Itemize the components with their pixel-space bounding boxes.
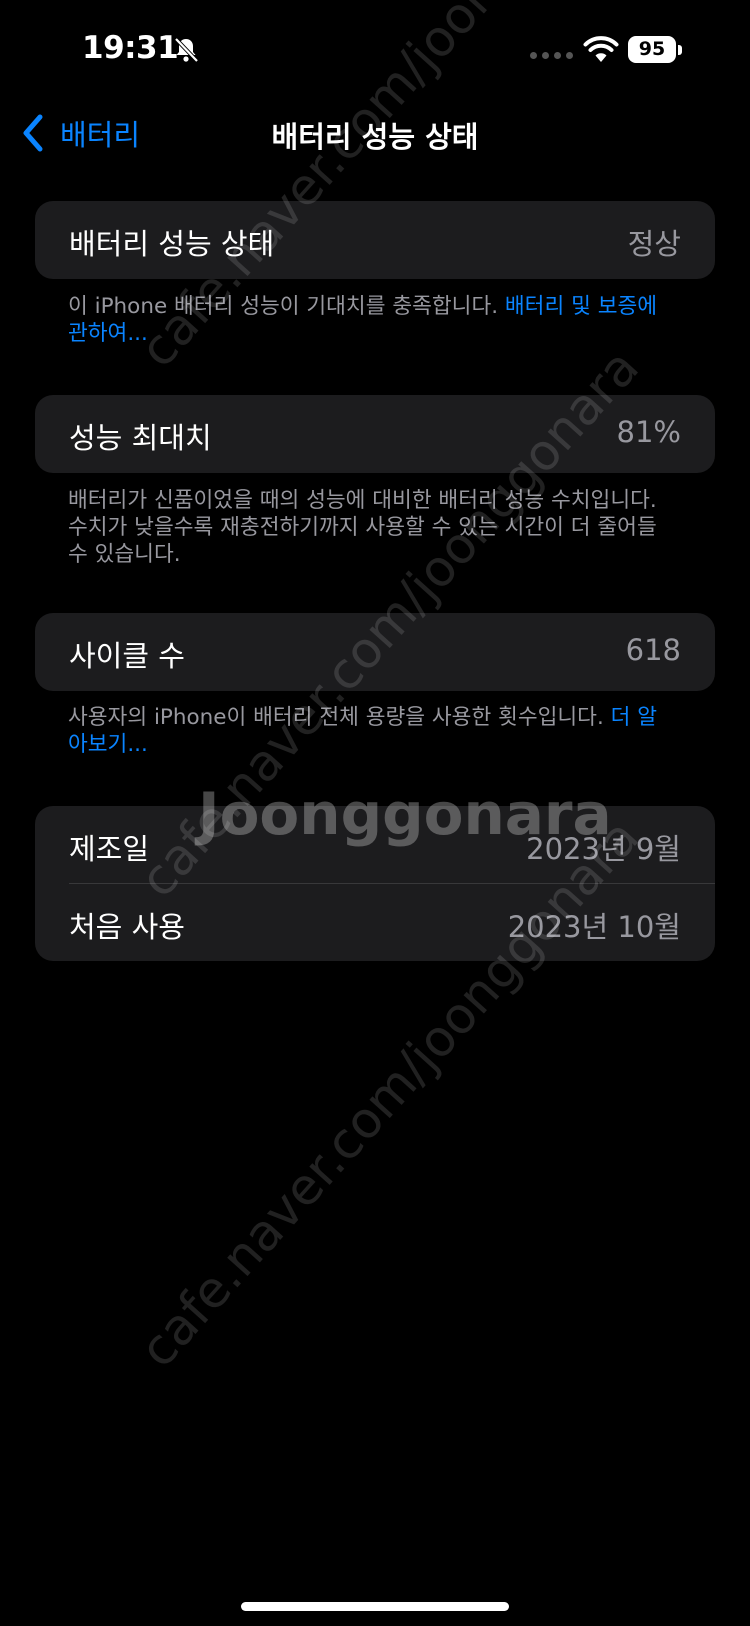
cycle-count-row: 사이클 수 618 (35, 613, 715, 691)
cycle-count-label: 사이클 수 (69, 639, 185, 673)
page-title: 배터리 성능 상태 (271, 120, 479, 154)
manufacture-date-row: 제조일 2023년 9월 (35, 806, 715, 884)
first-use-row: 처음 사용 2023년 10월 (35, 884, 715, 962)
wifi-icon (583, 36, 619, 62)
max-capacity-note: 배터리가 신품이었을 때의 성능에 대비한 배터리 성능 수치입니다. 수치가 … (68, 488, 657, 567)
home-indicator[interactable] (241, 1602, 509, 1611)
max-capacity-value: 81% (616, 415, 681, 449)
first-use-value: 2023년 10월 (507, 910, 681, 944)
navigation-bar: 배터리 배터리 성능 상태 (0, 100, 750, 170)
manufacture-date-label: 제조일 (69, 832, 150, 866)
first-use-label: 처음 사용 (69, 910, 185, 944)
cycle-count-note: 사용자의 iPhone이 배터리 전체 용량을 사용한 횟수입니다. 더 알아보… (68, 704, 668, 758)
cellular-signal-icon (530, 52, 573, 59)
manufacture-date-value: 2023년 9월 (526, 832, 681, 866)
dates-card: 제조일 2023년 9월 처음 사용 2023년 10월 (35, 806, 715, 961)
battery-level: 95 (628, 36, 676, 63)
cycle-count-card: 사이클 수 618 (35, 613, 715, 691)
battery-health-row: 배터리 성능 상태 정상 (35, 201, 715, 279)
max-capacity-row: 성능 최대치 81% (35, 395, 715, 473)
battery-health-note: 이 iPhone 배터리 성능이 기대치를 충족합니다. 배터리 및 보증에 관… (68, 293, 668, 347)
max-capacity-label: 성능 최대치 (69, 421, 212, 455)
cycle-count-value: 618 (625, 633, 681, 667)
clock: 19:31 (82, 30, 179, 66)
battery-icon: 95 (628, 36, 684, 64)
battery-health-card: 배터리 성능 상태 정상 (35, 201, 715, 279)
status-bar: 19:31 95 (0, 0, 750, 100)
battery-health-label: 배터리 성능 상태 (69, 227, 275, 261)
battery-health-note-text: 이 iPhone 배터리 성능이 기대치를 충족합니다. (68, 294, 505, 319)
max-capacity-card: 성능 최대치 81% (35, 395, 715, 473)
cycle-count-note-text: 사용자의 iPhone이 배터리 전체 용량을 사용한 횟수입니다. (68, 705, 611, 730)
bell-slash-icon (174, 37, 199, 63)
battery-health-value: 정상 (627, 227, 681, 261)
